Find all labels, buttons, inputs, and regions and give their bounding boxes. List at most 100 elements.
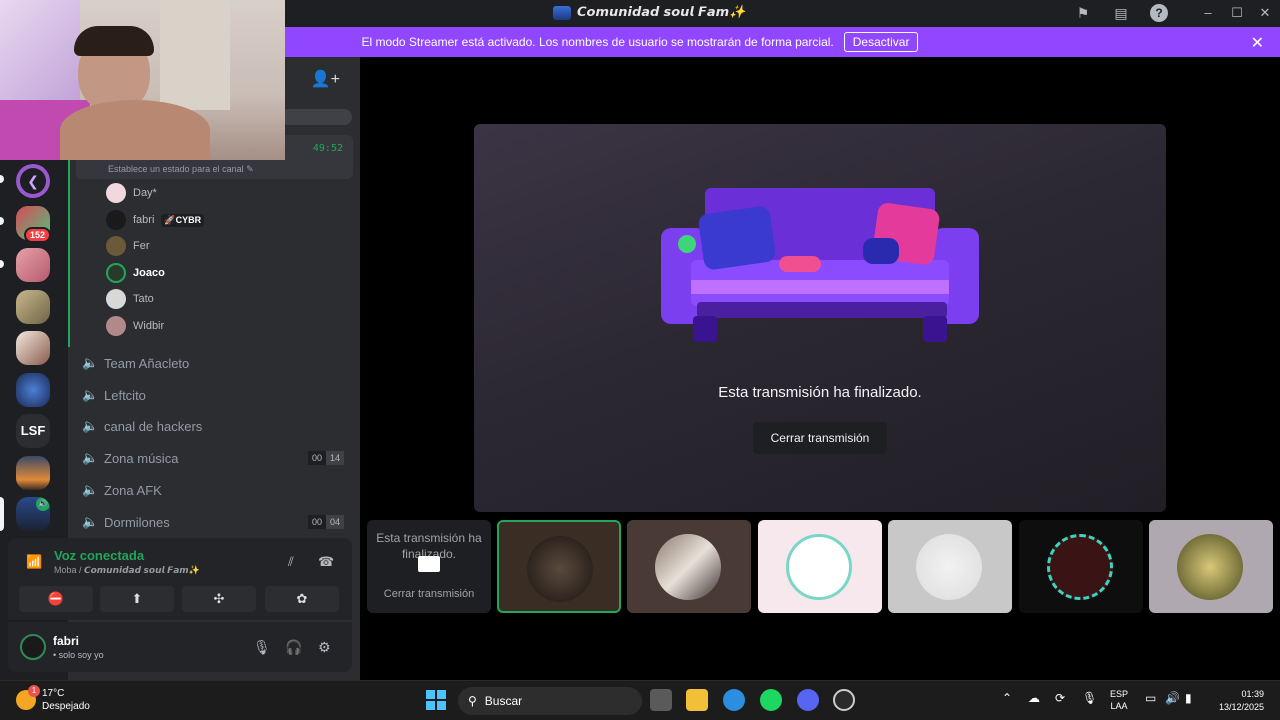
window-title: 𝘾𝙤𝙢𝙪𝙣𝙞𝙙𝙖𝙙 𝙨𝙤𝙪𝙡 𝙁𝙖𝙢✨ xyxy=(553,5,745,20)
maximize-button[interactable]: ☐ xyxy=(1227,4,1247,22)
participant-tile[interactable] xyxy=(627,520,751,613)
headphones-icon[interactable]: 🎧 xyxy=(285,639,302,656)
network-icon[interactable]: ▭ xyxy=(1145,691,1156,705)
onedrive-icon[interactable]: ☁ xyxy=(1028,691,1040,705)
stream-tile[interactable]: Esta transmisión ha finalizado. Cerrar t… xyxy=(367,520,491,613)
screen-share-button[interactable]: ⬆ xyxy=(100,586,174,612)
taskbar-search[interactable]: ⚲ Buscar xyxy=(458,687,642,715)
voice-channel[interactable]: 🔈 Zona AFK xyxy=(82,477,346,503)
member-name: Day* xyxy=(133,187,157,199)
unread-pill xyxy=(0,217,4,225)
activities-button[interactable]: ✣ xyxy=(182,586,256,612)
count-current: 00 xyxy=(307,515,326,529)
sync-icon[interactable]: ⟳ xyxy=(1055,691,1065,705)
server-icon-room[interactable] xyxy=(16,290,50,324)
selected-pill xyxy=(0,497,4,531)
server-icon-girl[interactable] xyxy=(16,331,50,365)
user-panel: fabri • solo soy yo 🎙 🎧 ⚙ xyxy=(8,622,352,672)
help-icon[interactable]: ? xyxy=(1150,4,1168,22)
add-user-icon[interactable]: 👤+ xyxy=(311,69,340,89)
microphone-icon[interactable]: 🎙 xyxy=(253,639,271,656)
mini-close-stream-button[interactable]: Cerrar transmisión xyxy=(367,588,491,600)
server-icon-current[interactable]: 🔊 xyxy=(16,497,50,531)
minimize-button[interactable]: – xyxy=(1198,4,1218,22)
avatar[interactable] xyxy=(20,634,46,660)
microphone-tray-icon[interactable]: 🎙 xyxy=(1082,691,1097,705)
voice-status-title[interactable]: Voz conectada xyxy=(54,548,144,563)
weather-widget[interactable]: 1 17°C Despejado xyxy=(16,685,90,713)
count-limit: 14 xyxy=(325,451,344,465)
edge-icon[interactable] xyxy=(723,689,745,711)
voice-member[interactable]: Tato xyxy=(106,288,154,310)
speaker-icon: 🔊 xyxy=(36,497,50,511)
voice-member-speaking[interactable]: Joaco xyxy=(106,262,165,284)
stream-stage: Esta transmisión ha finalizado. Cerrar t… xyxy=(474,124,1166,512)
voice-member[interactable]: Fer xyxy=(106,235,150,257)
tree-line xyxy=(68,147,70,347)
task-view-icon[interactable] xyxy=(650,689,672,711)
avatar xyxy=(786,534,852,600)
close-stream-button[interactable]: Cerrar transmisión xyxy=(753,422,887,454)
voice-member[interactable]: fabri 🚀CYBR xyxy=(106,209,205,231)
spotify-icon[interactable] xyxy=(760,689,782,711)
deactivate-button[interactable]: Desactivar xyxy=(843,32,919,52)
sun-icon: 1 xyxy=(16,685,40,710)
inbox-icon[interactable]: ▤ xyxy=(1112,4,1130,22)
soundboard-icon: ✿ xyxy=(296,591,308,606)
voice-channel[interactable]: 🔈 Zona música 00 14 xyxy=(82,445,346,471)
channel-name: Zona AFK xyxy=(104,482,162,498)
voice-channel[interactable]: 🔈 Team Añacleto xyxy=(82,350,346,376)
participant-tile-speaking[interactable] xyxy=(497,520,621,613)
server-icon-pink[interactable] xyxy=(16,248,50,282)
language-indicator[interactable]: ESP LAA xyxy=(1110,688,1128,712)
settings-gear-icon[interactable]: ⚙ xyxy=(318,639,331,656)
system-clock[interactable]: 01:39 13/12/2025 xyxy=(1219,688,1264,714)
participant-tile[interactable] xyxy=(758,520,882,613)
username[interactable]: fabri xyxy=(53,634,79,648)
windows-taskbar: 1 17°C Despejado ⚲ Buscar ⌃ ☁ ⟳ 🎙 ESP LA… xyxy=(0,680,1280,720)
avatar xyxy=(106,210,126,230)
chevron-up-icon[interactable]: ⌃ xyxy=(1002,691,1012,705)
clock-time: 01:39 xyxy=(1241,689,1264,699)
avatar xyxy=(527,536,593,602)
flag-icon[interactable]: ⚑ xyxy=(1074,4,1092,22)
avatar xyxy=(106,263,126,283)
voice-channel[interactable]: 🔈 canal de hackers xyxy=(82,413,346,439)
participant-tile[interactable] xyxy=(1149,520,1273,613)
temperature: 17°C xyxy=(42,688,65,699)
file-explorer-icon[interactable] xyxy=(686,689,708,711)
windows-logo-icon xyxy=(426,690,435,699)
soundboard-button[interactable]: ✿ xyxy=(265,586,339,612)
start-button[interactable] xyxy=(426,690,446,710)
server-icon-sunset[interactable] xyxy=(16,456,50,490)
chevron-left-icon: ❮ xyxy=(20,168,46,194)
app-icon[interactable] xyxy=(833,689,855,711)
noise-suppression-icon[interactable]: ⫽ xyxy=(288,554,294,570)
screen-share-icon: ⬆ xyxy=(131,591,143,606)
count-limit: 04 xyxy=(325,515,344,529)
set-status-link[interactable]: Establece un estado para el canal ✎ xyxy=(108,164,254,175)
server-icon-lsf[interactable]: LSF xyxy=(16,414,50,448)
voice-channel[interactable]: 🔈 Dormilones 00 04 xyxy=(82,509,346,535)
voice-connected-panel: 📶 Voz conectada Moba / 𝘾𝙤𝙢𝙪𝙣𝙞𝙙𝙖𝙙 𝙨𝙤𝙪𝙡 𝙁𝙖… xyxy=(8,538,352,620)
signal-icon[interactable]: 📶 xyxy=(26,554,42,570)
participant-tile[interactable] xyxy=(1019,520,1143,613)
battery-icon[interactable]: ▮ xyxy=(1185,691,1192,705)
participant-tile[interactable] xyxy=(888,520,1012,613)
server-icon-kick[interactable]: ❮ xyxy=(16,164,50,198)
voice-member[interactable]: Widbir xyxy=(106,315,164,337)
voice-channel[interactable]: 🔈 Leftcito xyxy=(82,382,346,408)
camera-off-button[interactable]: ⛔ xyxy=(19,586,93,612)
voice-member[interactable]: Day* xyxy=(106,182,157,204)
person-body xyxy=(60,100,210,160)
speaker-icon: 🔈 xyxy=(82,387,99,402)
server-icon-blue[interactable] xyxy=(16,373,50,407)
discord-icon[interactable] xyxy=(797,689,819,711)
volume-icon[interactable]: 🔊 xyxy=(1165,691,1180,705)
close-banner-icon[interactable]: ✕ xyxy=(1251,33,1264,53)
room-wall xyxy=(0,0,80,100)
close-window-button[interactable]: ✕ xyxy=(1255,4,1275,22)
disconnect-icon[interactable]: ☎ xyxy=(318,554,334,570)
speaker-icon: 🔈 xyxy=(82,450,99,465)
voice-channel-path[interactable]: Moba / 𝘾𝙤𝙢𝙪𝙣𝙞𝙙𝙖𝙙 𝙨𝙤𝙪𝙡 𝙁𝙖𝙢✨ xyxy=(54,565,200,576)
